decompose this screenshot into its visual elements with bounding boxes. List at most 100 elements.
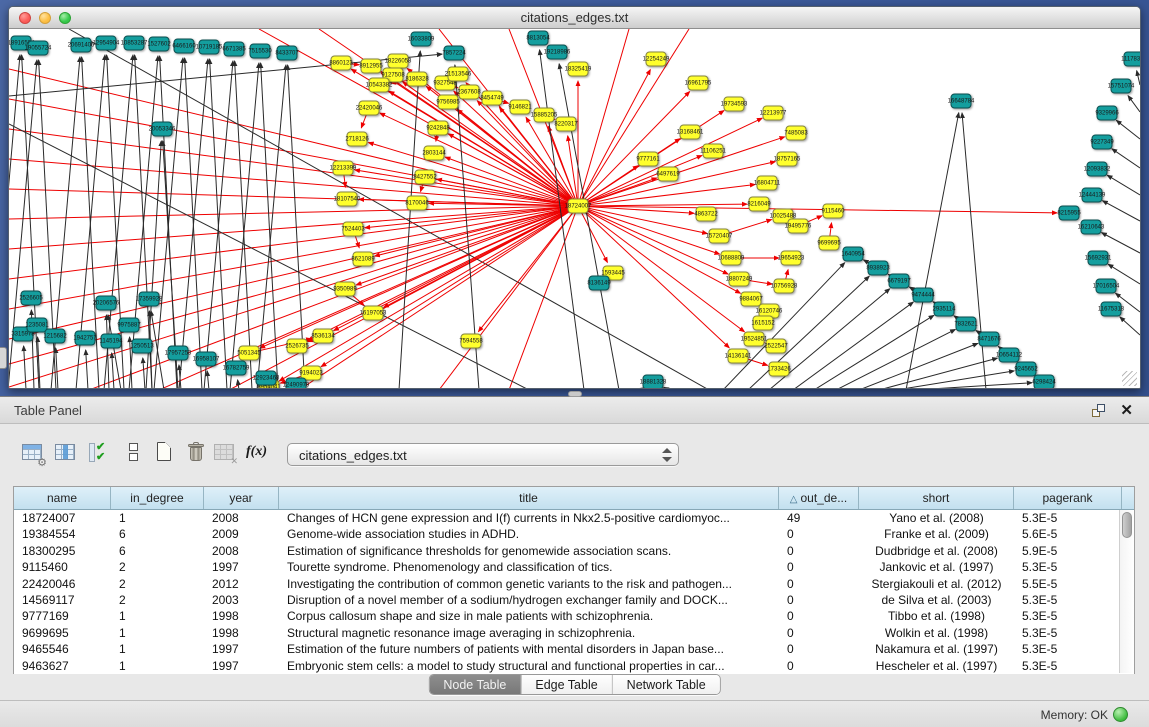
graph-node[interactable]: 19495776: [788, 219, 809, 234]
graph-node[interactable]: 15885205: [534, 108, 555, 123]
graph-node[interactable]: 2803144: [424, 146, 445, 161]
scrollbar-thumb[interactable]: [1122, 512, 1132, 538]
graph-node[interactable]: 12213977: [763, 106, 784, 121]
graph-node[interactable]: 9227349: [1092, 135, 1113, 150]
graph-node[interactable]: 18881328: [643, 375, 664, 390]
row-pair-button[interactable]: [121, 440, 147, 466]
tab-network-table[interactable]: Network Table: [612, 675, 720, 694]
graph-node[interactable]: 19218986: [547, 45, 568, 60]
column-header-title[interactable]: title: [279, 487, 779, 509]
table-cell[interactable]: 1: [111, 641, 204, 657]
graph-node[interactable]: 9474444: [913, 288, 934, 303]
tab-edge-table[interactable]: Edge Table: [520, 675, 611, 694]
table-scrollbar[interactable]: [1119, 510, 1134, 673]
graph-node[interactable]: 7485083: [786, 126, 807, 141]
column-header-year[interactable]: year: [204, 487, 279, 509]
table-cell[interactable]: 5.3E-5: [1014, 608, 1122, 624]
graph-node[interactable]: 16961795: [688, 76, 709, 91]
table-cell[interactable]: 2: [111, 559, 204, 575]
graph-node[interactable]: 7594558: [461, 334, 482, 349]
graph-node[interactable]: 1215682: [45, 329, 66, 344]
network-window[interactable]: citations_edges.txt 18724007886012389129…: [8, 6, 1141, 389]
table-cell[interactable]: 19384554: [14, 526, 111, 542]
table-cell[interactable]: de Silva et al. (2003): [859, 592, 1014, 608]
column-header-short[interactable]: short: [859, 487, 1014, 509]
graph-node[interactable]: 9777161: [638, 152, 659, 167]
graph-node[interactable]: 18325419: [568, 62, 589, 77]
table-cell[interactable]: 2: [111, 576, 204, 592]
table-cell[interactable]: 1997: [204, 641, 279, 657]
graph-node[interactable]: 12490979: [286, 378, 307, 390]
graph-node[interactable]: 6497619: [658, 167, 679, 182]
table-cell[interactable]: 2009: [204, 526, 279, 542]
panel-splitter-handle[interactable]: [568, 391, 582, 397]
table-row[interactable]: 977716911998Corpus callosum shape and si…: [14, 608, 1134, 624]
graph-node[interactable]: 10756928: [774, 279, 795, 294]
graph-node[interactable]: 8938923: [868, 261, 889, 276]
graph-node[interactable]: 16782759: [226, 361, 247, 376]
table-cell[interactable]: 0: [779, 543, 859, 559]
column-header-name[interactable]: name: [14, 487, 111, 509]
table-cell[interactable]: Structural magnetic resonance image aver…: [279, 625, 779, 641]
table-cell[interactable]: 1: [111, 608, 204, 624]
graph-node[interactable]: 8813054: [528, 31, 549, 46]
graph-node[interactable]: 9242848: [428, 121, 449, 136]
graph-node[interactable]: 19524851: [744, 332, 765, 347]
table-cell[interactable]: Estimation of significance thresholds fo…: [279, 543, 779, 559]
table-cell[interactable]: 1: [111, 658, 204, 674]
graph-node[interactable]: 8433707: [277, 46, 298, 61]
graph-node[interactable]: 1942757: [75, 331, 96, 346]
table-cell[interactable]: 0: [779, 526, 859, 542]
graph-node[interactable]: 6679197: [889, 274, 910, 289]
graph-node[interactable]: 8860123: [331, 56, 352, 71]
select-all-button[interactable]: ✔ ✔: [88, 440, 114, 466]
graph-node[interactable]: 7857224: [444, 46, 465, 61]
table-row[interactable]: 1830029562008Estimation of significance …: [14, 543, 1134, 559]
graph-node[interactable]: 16210643: [1081, 220, 1102, 235]
table-cell[interactable]: 0: [779, 658, 859, 674]
graph-node[interactable]: 6298424: [1034, 375, 1055, 390]
graph-node[interactable]: 2367608: [459, 85, 480, 100]
graph-node[interactable]: 12923468: [256, 371, 277, 386]
table-cell[interactable]: Disruption of a novel member of a sodium…: [279, 592, 779, 608]
graph-node[interactable]: 5051345: [239, 346, 260, 361]
graph-node[interactable]: 12254249: [646, 52, 667, 67]
table-cell[interactable]: 5.3E-5: [1014, 592, 1122, 608]
table-cell[interactable]: Jankovic et al. (1997): [859, 559, 1014, 575]
table-cell[interactable]: 5.3E-5: [1014, 641, 1122, 657]
graph-node[interactable]: 20691406: [71, 38, 92, 53]
graph-node[interactable]: 20206576: [96, 296, 117, 311]
create-column-button[interactable]: [152, 440, 178, 466]
function-builder-button[interactable]: f(x): [246, 440, 272, 466]
graph-node[interactable]: 2526735: [287, 339, 308, 354]
window-resize-grip[interactable]: [1122, 371, 1137, 386]
table-cell[interactable]: Estimation of the future numbers of pati…: [279, 641, 779, 657]
table-cell[interactable]: 1: [111, 510, 204, 526]
graph-node[interactable]: 8427552: [415, 170, 436, 185]
west-splitter-handle[interactable]: [0, 347, 7, 369]
graph-node[interactable]: 17957253: [168, 346, 189, 361]
graph-node[interactable]: 9146821: [510, 100, 531, 115]
graph-node[interactable]: 7515530: [250, 44, 271, 59]
table-row[interactable]: 1872400712008Changes of HCN gene express…: [14, 510, 1134, 526]
table-cell[interactable]: 0: [779, 641, 859, 657]
table-row[interactable]: 946362711997Embryonic stem cells: a mode…: [14, 658, 1134, 674]
graph-node[interactable]: 7524403: [343, 222, 364, 237]
table-cell[interactable]: 2: [111, 592, 204, 608]
graph-node[interactable]: 20053346: [152, 122, 173, 137]
graph-node[interactable]: 2526605: [21, 291, 42, 306]
table-cell[interactable]: 1998: [204, 625, 279, 641]
graph-node[interactable]: 8215955: [1059, 206, 1080, 221]
graph-node[interactable]: 9329966: [1097, 106, 1118, 121]
column-header-out_de[interactable]: △out_de...: [779, 487, 859, 509]
table-cell[interactable]: 5.3E-5: [1014, 658, 1122, 674]
graph-node[interactable]: 10719185: [199, 40, 220, 55]
table-cell[interactable]: 5.9E-5: [1014, 543, 1122, 559]
graph-node[interactable]: 9975887: [119, 318, 140, 333]
graph-node[interactable]: 8621089: [353, 252, 374, 267]
graph-node[interactable]: 2935114: [934, 302, 955, 317]
graph-node[interactable]: 16804711: [757, 176, 778, 191]
table-cell[interactable]: 1997: [204, 658, 279, 674]
table-cell[interactable]: 6: [111, 543, 204, 559]
graph-node[interactable]: 18757165: [777, 152, 798, 167]
